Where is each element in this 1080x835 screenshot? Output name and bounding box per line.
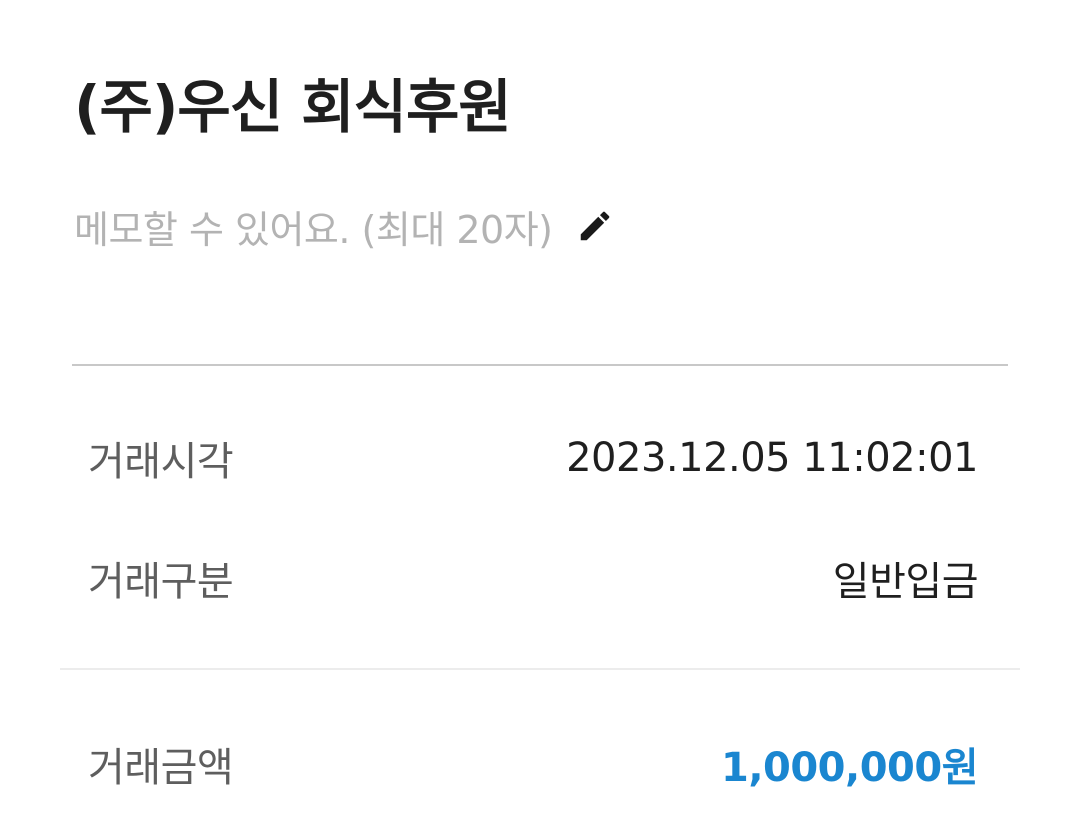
transaction-title: (주)우신 회식후원 <box>74 73 512 141</box>
transaction-type-row: 거래구분 일반입금 <box>88 548 979 608</box>
transaction-time-value: 2023.12.05 11:02:01 <box>566 435 978 481</box>
amount-divider <box>60 668 1020 670</box>
transaction-time-label: 거래시각 <box>88 439 234 485</box>
memo-placeholder[interactable]: 메모할 수 있어요. (최대 20자) <box>74 199 553 254</box>
transaction-time-row: 거래시각 2023.12.05 11:02:01 <box>88 428 978 488</box>
transaction-amount-value: 1,000,000원 <box>720 745 979 791</box>
transaction-amount-label: 거래금액 <box>88 745 234 791</box>
pencil-icon[interactable] <box>575 206 615 246</box>
transaction-type-label: 거래구분 <box>88 559 234 605</box>
memo-row[interactable]: 메모할 수 있어요. (최대 20자) <box>74 198 615 254</box>
section-divider <box>72 364 1008 366</box>
transaction-amount-row: 거래금액 1,000,000원 <box>88 734 979 794</box>
transaction-type-value: 일반입금 <box>832 559 979 605</box>
